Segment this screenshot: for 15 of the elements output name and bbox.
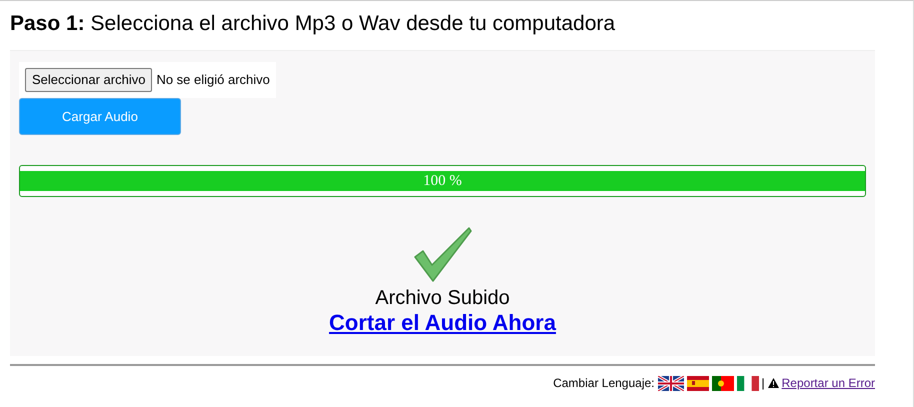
flag-icon[interactable]: [658, 376, 684, 391]
flag-icon[interactable]: [686, 376, 708, 391]
progress-reading: 100 %: [423, 172, 462, 189]
choose-file-button[interactable]: Seleccionar archivo: [25, 68, 152, 92]
warning-icon: [768, 378, 779, 388]
checkmark-icon: [414, 226, 472, 283]
file-status: No se eligió archivo: [156, 71, 270, 90]
language-label: Cambiar Lenguaje:: [553, 375, 654, 392]
flag-icon[interactable]: [712, 376, 734, 391]
separator: |: [762, 375, 765, 392]
upload-status: Archivo Subido: [375, 286, 510, 309]
cut-audio-link[interactable]: Cortar el Audio Ahora: [329, 310, 556, 335]
file-input[interactable]: Seleccionar archivo No se eligió archivo: [19, 62, 276, 98]
flag-icon[interactable]: [736, 376, 758, 391]
report-error-link[interactable]: Reportar un Error: [782, 374, 875, 392]
